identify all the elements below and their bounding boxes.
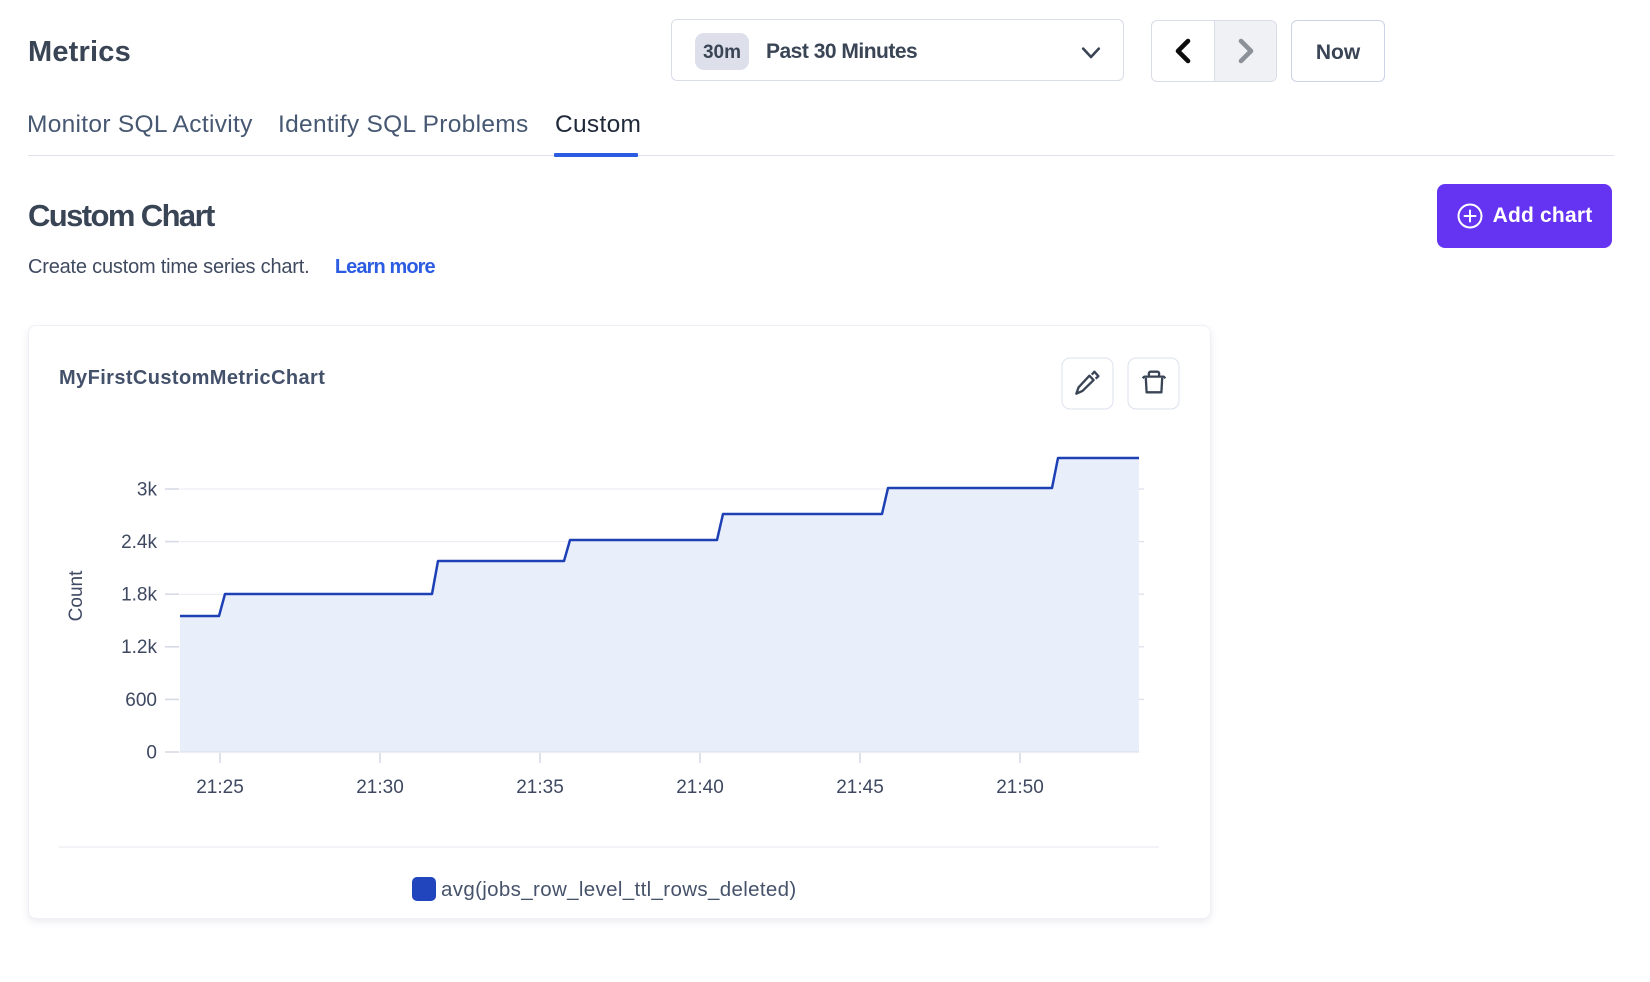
svg-text:1.8k: 1.8k	[121, 585, 157, 606]
svg-text:1.2k: 1.2k	[121, 637, 157, 658]
svg-text:0: 0	[146, 743, 157, 764]
svg-text:21:35: 21:35	[516, 777, 564, 798]
svg-text:avg(jobs_row_level_ttl_rows_de: avg(jobs_row_level_ttl_rows_deleted)	[441, 878, 797, 901]
svg-text:Count: Count	[66, 570, 87, 621]
svg-text:MyFirstCustomMetricChart: MyFirstCustomMetricChart	[59, 367, 325, 389]
svg-text:21:30: 21:30	[356, 777, 404, 798]
svg-text:21:40: 21:40	[676, 777, 724, 798]
svg-text:3k: 3k	[137, 480, 158, 501]
svg-text:2.4k: 2.4k	[121, 532, 157, 553]
svg-text:21:25: 21:25	[196, 777, 244, 798]
svg-text:21:45: 21:45	[836, 777, 884, 798]
svg-text:600: 600	[125, 690, 157, 711]
svg-text:21:50: 21:50	[996, 777, 1044, 798]
